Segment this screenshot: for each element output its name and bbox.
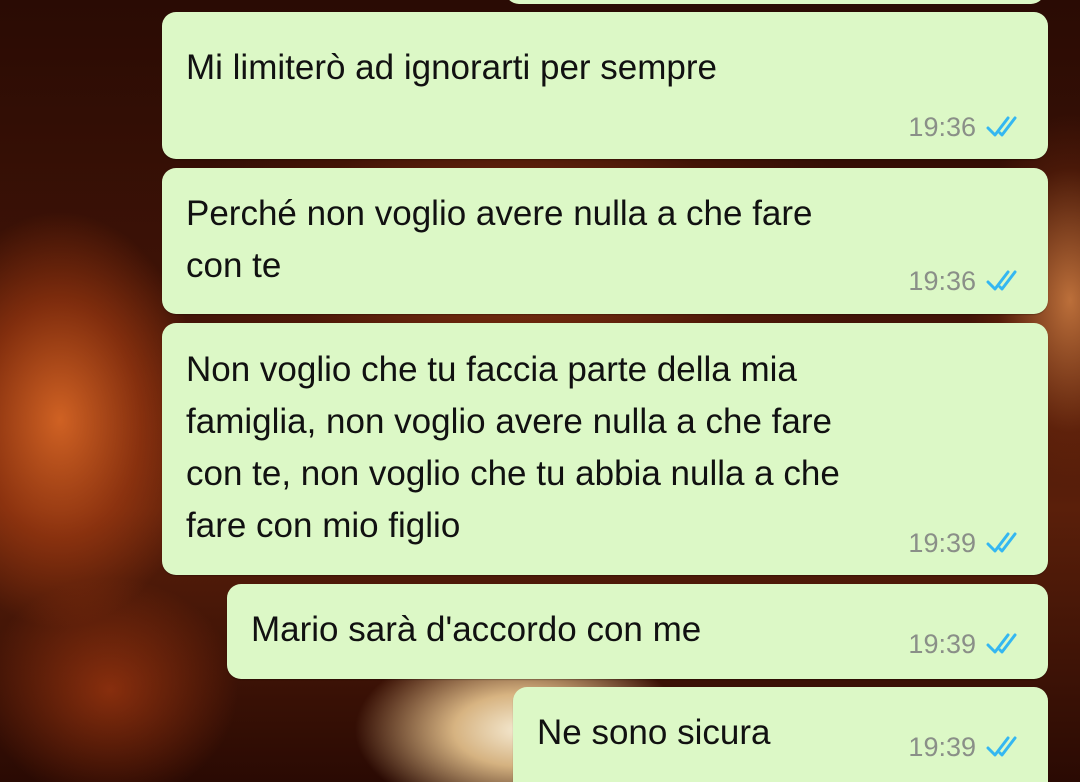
message-meta: 19:36 [908, 266, 1026, 296]
message-text: Mario sarà d'accordo con me [251, 610, 702, 649]
message-text: Perché non voglio avere nulla a che fare… [186, 194, 813, 285]
double-check-read-icon [986, 116, 1017, 137]
double-check-read-icon [986, 736, 1017, 757]
message-timestamp: 19:36 [908, 112, 976, 142]
double-check-read-icon [986, 633, 1017, 654]
message-timestamp: 19:39 [908, 629, 976, 659]
double-check-read-icon [986, 532, 1017, 553]
message-timestamp: 19:36 [908, 266, 976, 296]
outgoing-message-bubble[interactable]: Non voglio che tu faccia parte della mia… [162, 323, 1048, 575]
previous-message-bubble-edge [505, 0, 1045, 4]
double-check-read-icon [986, 270, 1017, 291]
outgoing-message-bubble[interactable]: Mario sarà d'accordo con me 19:39 [227, 584, 1048, 679]
message-meta: 19:39 [908, 732, 1026, 762]
message-meta: 19:39 [908, 528, 1026, 558]
message-meta: 19:36 [908, 112, 1026, 142]
message-text: Mi limiterò ad ignorarti per sempre [186, 48, 718, 87]
message-timestamp: 19:39 [908, 732, 976, 762]
message-timestamp: 19:39 [908, 528, 976, 558]
outgoing-message-bubble[interactable]: Ne sono sicura 19:39 [513, 687, 1048, 782]
outgoing-message-bubble[interactable]: Perché non voglio avere nulla a che fare… [162, 168, 1048, 314]
outgoing-message-bubble[interactable]: Mi limiterò ad ignorarti per sempre 19:3… [162, 12, 1048, 159]
message-text: Non voglio che tu faccia parte della mia… [186, 350, 840, 545]
message-meta: 19:39 [908, 629, 1026, 659]
message-text: Ne sono sicura [537, 713, 771, 752]
